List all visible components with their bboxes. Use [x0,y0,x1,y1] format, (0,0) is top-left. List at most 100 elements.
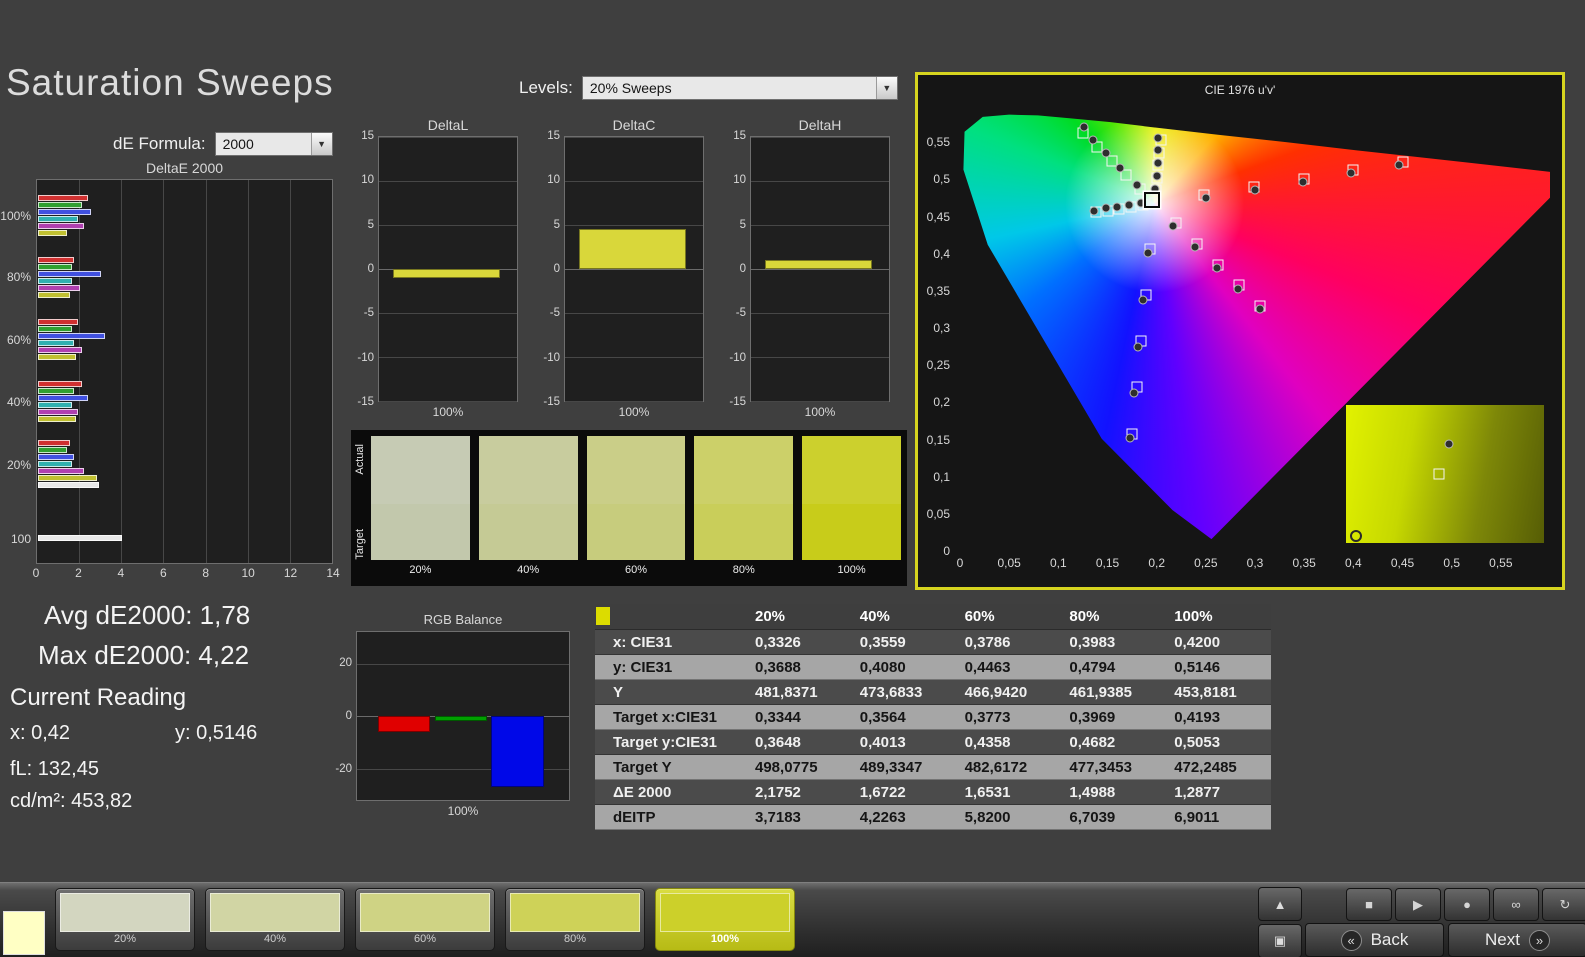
gridline [379,401,517,402]
bar [38,409,78,415]
plot-area [378,136,518,402]
navigation-buttons: « Back Next » [1305,923,1585,957]
cell-value: 1,6722 [852,784,957,801]
x-axis-tick-label: 0,35 [1292,556,1315,570]
cell-value: 4,2263 [852,809,957,826]
bar-deltal [393,269,501,278]
cell-value: 1,6531 [957,784,1062,801]
x-axis: 02468101214 [36,564,333,582]
de-formula-dropdown[interactable]: 2000 ▼ [215,132,333,156]
bar [38,223,84,229]
bar-group-60% [38,319,333,360]
y-axis-tick-label: 0,3 [933,321,950,335]
inset-measurement-marker [1444,439,1453,448]
gridline [379,357,517,358]
cell-value: 453,8181 [1166,684,1271,701]
delta-h-chart: DeltaH 151050-5-10-15 100% [724,117,890,421]
patch-button-40%[interactable]: 40% [205,888,345,951]
gridline [751,269,889,270]
patch-button-60%[interactable]: 60% [355,888,495,951]
cell-value: 0,3326 [747,634,852,651]
plot-area [960,105,1550,551]
patch-label: 80% [509,933,641,947]
measurement-marker-green [1133,180,1142,189]
current-fl-value: fL: 132,45 [10,758,99,781]
patch-label: 60% [359,933,491,947]
measurement-marker-yellow [1153,146,1162,155]
play-button[interactable]: ▶ [1395,888,1441,921]
gridline [751,181,889,182]
next-icon: » [1529,930,1550,951]
column-header: 80% [1061,608,1166,625]
measurement-marker-blue [1133,342,1142,351]
x-axis-tick-label: 0,55 [1489,556,1512,570]
measurement-marker-magenta [1212,263,1221,272]
cell-value: 0,3773 [957,709,1062,726]
y-axis-tick-label: 0 [368,263,374,275]
patch-swatch [510,893,640,932]
row-label: Target Y [595,759,747,776]
bar [38,468,84,474]
cell-value: 472,2485 [1166,759,1271,776]
patch-button-20%[interactable]: 20% [55,888,195,951]
gridline [565,181,703,182]
continuous-button[interactable]: ∞ [1493,888,1539,921]
pattern-window-button[interactable]: ▣ [1258,924,1302,957]
bar [38,447,67,453]
y-axis: 151050-5-10-15 [352,136,378,402]
stop-button[interactable]: ■ [1346,888,1392,921]
measurement-marker-blue [1138,295,1147,304]
measurement-marker-green [1116,164,1125,173]
table-row: Y481,8371473,6833466,9420461,9385453,818… [595,680,1271,705]
x-axis-tick-label: 0,25 [1194,556,1217,570]
cell-value: 0,3648 [747,734,852,751]
refresh-button[interactable]: ↻ [1542,888,1585,921]
levels-dropdown[interactable]: 20% Sweeps ▼ [582,76,898,100]
gridline [379,313,517,314]
chevron-down-icon: ▼ [311,133,332,155]
measurement-marker-cyan [1113,202,1122,211]
bar [38,326,72,332]
measurement-marker-cyan [1125,200,1134,209]
sweep-column-60%: 60% [587,436,686,586]
measurement-marker-magenta [1255,304,1264,313]
gridline [565,137,703,138]
patch-button-100%[interactable]: 100% [655,888,795,951]
target-swatch [694,504,793,560]
measurement-marker-red [1251,185,1260,194]
y-axis-tick-label: -15 [543,396,560,408]
cell-value: 0,3564 [852,709,957,726]
levels-field: Levels: 20% Sweeps ▼ [519,76,898,100]
gridline [379,225,517,226]
x-axis-tick-label: 0,4 [1345,556,1362,570]
record-button[interactable]: ● [1444,888,1490,921]
bar [38,402,72,408]
cell-value: 6,9011 [1166,809,1271,826]
next-label: Next [1485,930,1520,950]
bar-green [435,716,487,721]
y-axis-tick-label: -10 [543,352,560,364]
avg-de2000-value: Avg dE2000: 1,78 [44,600,250,631]
cell-value: 0,5146 [1166,659,1271,676]
bar [38,278,72,284]
y-axis-tick-label: 0 [740,263,746,275]
table-row: y: CIE310,36880,40800,44630,47940,5146 [595,655,1271,680]
y-axis-tick-label: 0,55 [927,135,950,149]
x-axis-label: 100% [564,402,704,421]
bar-group-80% [38,257,333,298]
cell-value: 0,4080 [852,659,957,676]
column-header: 40% [852,608,957,625]
chart-title: DeltaE 2000 [36,160,333,179]
patch-label: 100% [659,933,791,947]
cell-value: 0,4193 [1166,709,1271,726]
y-axis-tick-label: -15 [729,396,746,408]
eject-button[interactable]: ▲ [1258,887,1302,921]
cell-value: 1,4988 [1061,784,1166,801]
gridline [751,137,889,138]
cell-value: 0,3688 [747,659,852,676]
back-button[interactable]: « Back [1305,923,1444,957]
patch-button-80%[interactable]: 80% [505,888,645,951]
next-button[interactable]: Next » [1448,923,1585,957]
actual-swatch [587,436,686,504]
x-axis-tick-label: 0,45 [1391,556,1414,570]
